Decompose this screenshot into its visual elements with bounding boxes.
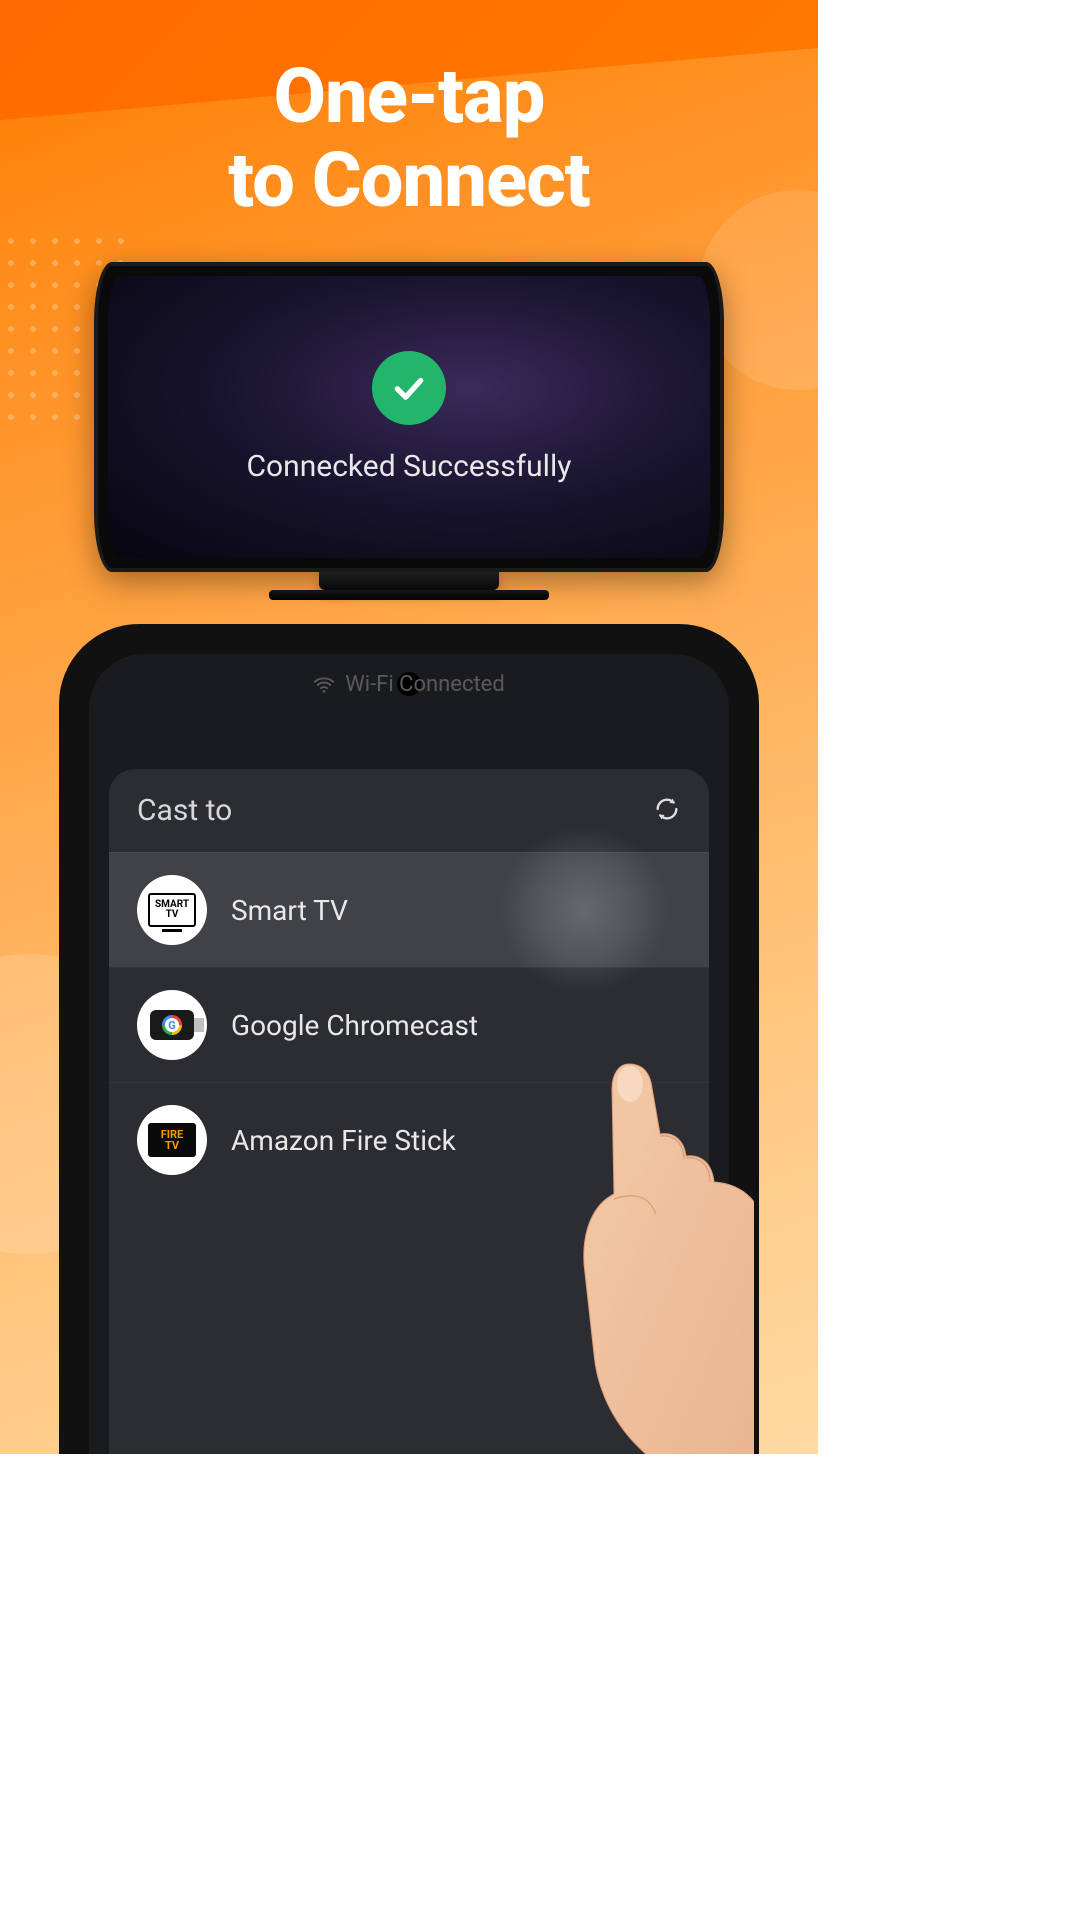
refresh-button[interactable] [653, 795, 681, 827]
phone-screen: Wi-Fi Connected Cast to [89, 654, 729, 1454]
device-item-firestick[interactable]: FIRE TV Amazon Fire Stick [109, 1082, 709, 1197]
icon-text: TV [165, 1140, 179, 1151]
icon-text: TV [166, 910, 179, 920]
headline-line-2: to Connect [0, 139, 818, 223]
device-item-chromecast[interactable]: Google Chromecast [109, 967, 709, 1082]
tv-bezel: Connecked Successfully [94, 262, 724, 572]
smart-tv-icon: SMART TV [137, 875, 207, 945]
headline-line-1: One-tap [0, 55, 818, 139]
device-label: Google Chromecast [231, 1009, 478, 1042]
phone-mockup: Wi-Fi Connected Cast to [59, 624, 759, 1454]
device-label: Amazon Fire Stick [231, 1124, 456, 1157]
headline: One-tap to Connect [0, 0, 818, 222]
tv-mockup: Connecked Successfully [94, 262, 724, 600]
tv-base [269, 590, 549, 600]
tv-screen: Connecked Successfully [108, 276, 710, 558]
device-list: SMART TV Smart TV Google Chromecast [109, 852, 709, 1197]
chromecast-icon [137, 990, 207, 1060]
promo-page: One-tap to Connect Connecked Successfull… [0, 0, 818, 1454]
cast-panel: Cast to SMART TV [109, 769, 709, 1454]
device-label: Smart TV [231, 894, 348, 927]
checkmark-icon [372, 351, 446, 425]
cast-title: Cast to [137, 793, 232, 828]
wifi-status-text: Wi-Fi Connected [345, 672, 505, 697]
tv-stand [319, 572, 499, 590]
wifi-status-row: Wi-Fi Connected [89, 672, 729, 697]
fire-tv-icon: FIRE TV [137, 1105, 207, 1175]
refresh-icon [653, 795, 681, 823]
tv-status-text: Connecked Successfully [247, 449, 572, 484]
device-item-smart-tv[interactable]: SMART TV Smart TV [109, 852, 709, 967]
wifi-icon [313, 674, 335, 696]
